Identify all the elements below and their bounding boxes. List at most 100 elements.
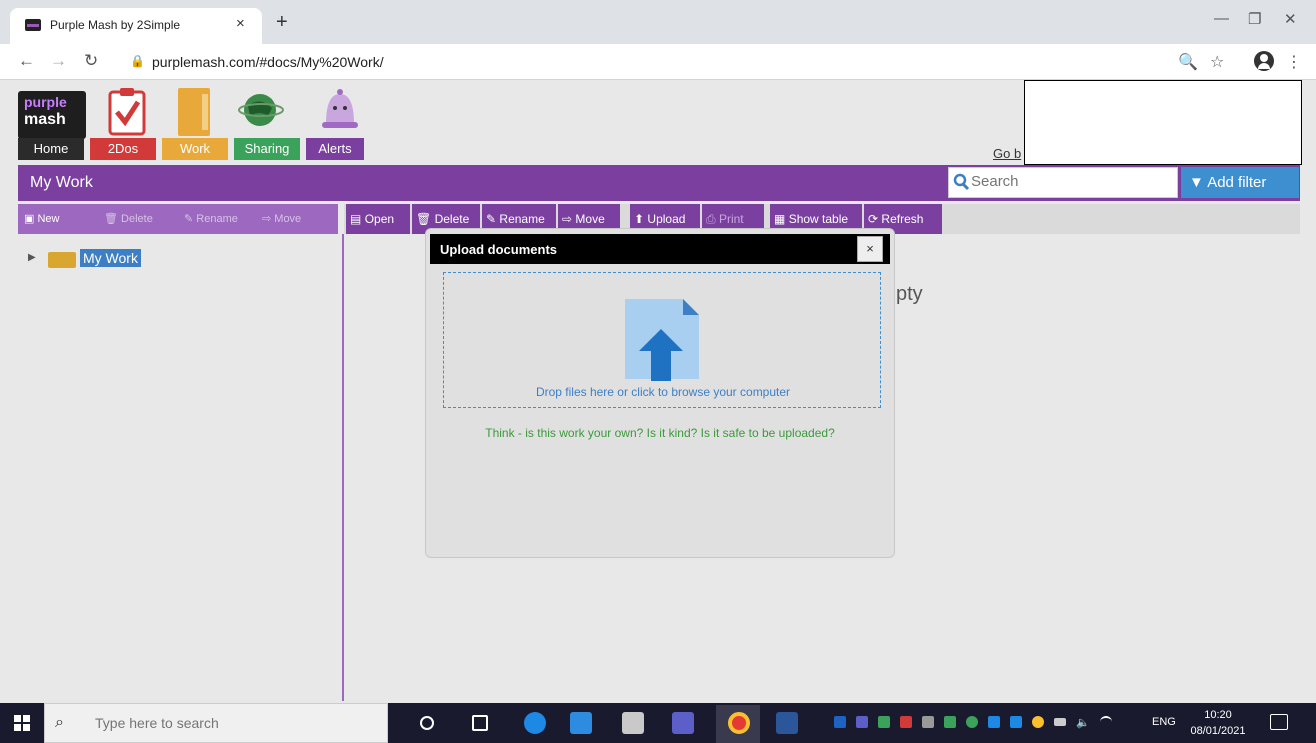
left-rename-label: Rename [196, 213, 238, 225]
panel-divider[interactable] [342, 234, 344, 701]
chrome-icon[interactable] [728, 712, 750, 734]
file-drop-zone[interactable]: Drop files here or click to browse your … [443, 272, 881, 408]
tray-tool-icon[interactable] [922, 716, 934, 728]
bluetooth-icon[interactable] [1010, 716, 1022, 728]
search-input[interactable] [971, 173, 1171, 190]
show-table-label: Show table [788, 212, 849, 226]
logo-line2: mash [24, 111, 66, 128]
url-bar[interactable]: 🔒 purplemash.com/#docs/My%20Work/ [120, 48, 1160, 76]
restore-button[interactable]: ❐ [1248, 10, 1261, 28]
empty-message-fragment: pty [896, 283, 923, 305]
drop-zone-text: Drop files here or click to browse your … [535, 385, 791, 399]
tray-user-icon[interactable] [988, 716, 1000, 728]
store-icon[interactable] [622, 712, 644, 734]
bookmark-star-icon[interactable]: ☆ [1210, 52, 1224, 72]
left-move-button[interactable]: ⇨ Move [262, 204, 336, 234]
add-filter-button[interactable]: ▼ Add filter [1181, 167, 1299, 198]
trash-icon: 🗑 [416, 212, 432, 226]
cortana-icon[interactable] [420, 716, 434, 730]
volume-icon[interactable]: 🔈 [1076, 716, 1090, 729]
search-box[interactable] [948, 167, 1178, 198]
open-label: Open [364, 212, 395, 226]
search-icon [953, 173, 969, 191]
upload-arrow-icon: ⬆ [634, 212, 645, 226]
tab-title: Purple Mash by 2Simple [50, 18, 181, 32]
browser-tab[interactable]: Purple Mash by 2Simple × [10, 8, 262, 44]
new-label: New [37, 213, 60, 225]
new-button[interactable]: ▣ New [24, 204, 98, 234]
tray-sync-icon[interactable] [966, 716, 978, 728]
add-filter-label: Add filter [1207, 174, 1267, 191]
alerts-bell-icon[interactable] [316, 86, 364, 134]
redacted-box [1024, 80, 1302, 165]
taskbar-clock[interactable]: 10:20 08/01/2021 [1188, 707, 1248, 739]
close-window-button[interactable]: ✕ [1284, 10, 1297, 28]
folder-icon [48, 252, 76, 268]
tray-check-icon[interactable] [878, 716, 890, 728]
back-arrow-icon[interactable]: ← [18, 52, 35, 70]
language-indicator[interactable]: ENG [1152, 716, 1176, 728]
windows-start-icon[interactable] [14, 715, 30, 731]
table-grid-icon: ▦ [774, 212, 786, 226]
trash-icon: 🗑 [104, 213, 118, 225]
work-folder-icon[interactable] [176, 86, 212, 138]
tray-teams-icon[interactable] [856, 716, 868, 728]
wifi-icon[interactable] [1100, 716, 1112, 728]
printer-icon: ⎙ [706, 212, 716, 226]
edge-browser-icon[interactable] [524, 712, 546, 734]
tab-close-button[interactable]: × [236, 15, 245, 32]
upload-dialog-title: Upload documents [440, 242, 558, 257]
forward-arrow-icon[interactable]: → [50, 52, 67, 70]
2dos-clipboard-icon[interactable] [108, 86, 146, 136]
nav-sharing[interactable]: Sharing [234, 138, 300, 160]
teams-icon[interactable] [672, 712, 694, 734]
open-button[interactable]: ▤ Open [346, 204, 410, 234]
task-view-icon[interactable] [472, 715, 488, 731]
tray-app-icon-1[interactable] [834, 716, 846, 728]
zoom-icon[interactable]: 🔍 [1178, 52, 1198, 72]
delete-label: Delete [434, 212, 470, 226]
document-icon: ▤ [350, 212, 362, 226]
page-title: My Work [30, 174, 93, 191]
dialog-close-button[interactable]: × [857, 236, 883, 262]
new-folder-icon: ▣ [24, 213, 35, 225]
tray-circle-icon[interactable] [1032, 716, 1044, 728]
tray-flag-icon[interactable] [900, 716, 912, 728]
tray-shield-icon[interactable] [944, 716, 956, 728]
purple-mash-favicon-icon [25, 19, 41, 31]
upload-file-icon [625, 299, 699, 381]
go-back-link[interactable]: Go b [993, 146, 1021, 161]
tree-item-label: My Work [80, 249, 141, 267]
nav-home[interactable]: Home [18, 138, 84, 160]
url-text: purplemash.com/#docs/My%20Work/ [152, 54, 384, 70]
taskbar-search-input[interactable] [95, 715, 375, 731]
battery-icon[interactable] [1054, 718, 1066, 726]
address-bar-row: ← → ↻ 🔒 purplemash.com/#docs/My%20Work/ … [0, 44, 1316, 80]
nav-work[interactable]: Work [162, 138, 228, 160]
sharing-globe-icon[interactable] [238, 86, 284, 132]
upload-dialog-header: Upload documents [430, 234, 890, 264]
purple-mash-logo[interactable]: purple mash [18, 91, 86, 139]
nav-alerts[interactable]: Alerts [306, 138, 364, 160]
word-icon[interactable] [776, 712, 798, 734]
clock-time: 10:20 [1204, 709, 1232, 721]
clock-date: 08/01/2021 [1190, 725, 1246, 737]
left-delete-button[interactable]: 🗑 Delete [104, 204, 178, 234]
move-icon: ⇨ [562, 212, 573, 226]
lock-icon: 🔒 [130, 54, 145, 68]
mail-icon[interactable] [570, 712, 592, 734]
reload-icon[interactable]: ↻ [84, 52, 98, 70]
move-icon: ⇨ [262, 213, 272, 225]
new-tab-button[interactable]: + [276, 12, 288, 32]
taskbar-search[interactable]: ⌕ [44, 703, 388, 743]
minimize-button[interactable]: — [1214, 10, 1229, 27]
notification-center-icon[interactable] [1270, 714, 1288, 730]
expand-arrow-icon[interactable]: ▶ [28, 252, 36, 263]
refresh-icon: ⟳ [868, 212, 879, 226]
pencil-icon: ✎ [184, 213, 194, 225]
filter-funnel-icon: ▼ [1189, 174, 1204, 191]
left-rename-button[interactable]: ✎ Rename [184, 204, 258, 234]
nav-2dos[interactable]: 2Dos [90, 138, 156, 160]
menu-kebab-icon[interactable]: ⋮ [1286, 52, 1302, 72]
profile-avatar-icon[interactable] [1254, 51, 1274, 71]
